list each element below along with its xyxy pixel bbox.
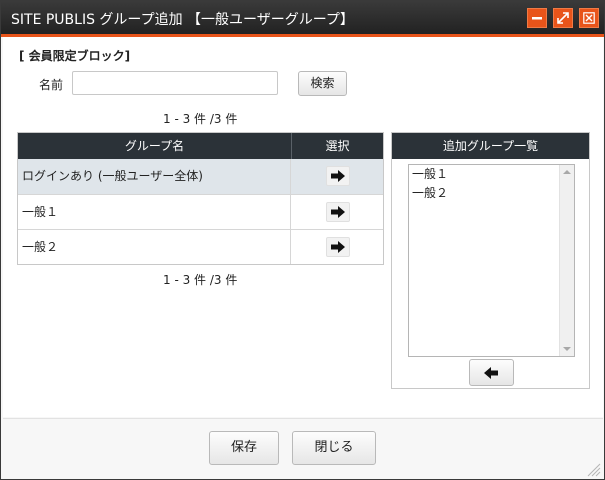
add-group-button[interactable] [326, 202, 350, 222]
column-header-select: 選択 [325, 139, 350, 153]
column-header-group-name: グループ名 [18, 133, 292, 159]
name-search-input[interactable] [72, 71, 278, 95]
arrow-right-icon [331, 241, 345, 253]
added-groups-panel: 追加グループ一覧 一般１ 一般２ [391, 132, 590, 389]
added-groups-header: 追加グループ一覧 [392, 133, 589, 159]
select-cell [291, 195, 383, 229]
pagination-count-top: 1 - 3 件 /3 件 [163, 112, 238, 126]
search-button[interactable]: 検索 [298, 71, 347, 96]
list-scrollbar[interactable] [559, 165, 574, 356]
table-row: ログインあり (一般ユーザー全体) [18, 159, 383, 194]
remove-group-button[interactable] [469, 359, 514, 386]
close-icon [583, 12, 595, 24]
save-button[interactable]: 保存 [209, 431, 279, 465]
arrow-right-icon [331, 206, 345, 218]
group-add-dialog: SITE PUBLIS グループ追加 【一般ユーザーグループ】 [ 会員限定ブロ… [0, 0, 605, 480]
arrow-left-icon [484, 367, 498, 379]
dialog-body: [ 会員限定ブロック] 名前 検索 1 - 3 件 /3 件 グループ名 選択 … [3, 37, 603, 417]
dialog-footer: 保存 閉じる [3, 418, 603, 479]
section-label: [ 会員限定ブロック] [19, 49, 131, 63]
scroll-up-icon[interactable] [563, 170, 571, 174]
pagination-count-bottom: 1 - 3 件 /3 件 [163, 273, 238, 287]
add-group-button[interactable] [326, 237, 350, 257]
name-label: 名前 [39, 78, 64, 92]
group-name-cell: 一般１ [18, 195, 291, 229]
title-bar[interactable]: SITE PUBLIS グループ追加 【一般ユーザーグループ】 [1, 1, 604, 37]
group-table: グループ名 選択 ログインあり (一般ユーザー全体) 一般１ 一般２ [17, 132, 384, 265]
maximize-icon [557, 12, 569, 24]
table-row: 一般１ [18, 194, 383, 229]
added-groups-list[interactable]: 一般１ 一般２ [408, 164, 575, 357]
arrow-right-icon [331, 170, 345, 182]
table-row: 一般２ [18, 229, 383, 264]
window-title: SITE PUBLIS グループ追加 【一般ユーザーグループ】 [11, 12, 354, 28]
scroll-down-icon[interactable] [563, 347, 571, 351]
maximize-button[interactable] [553, 8, 573, 28]
group-name-cell: 一般２ [18, 230, 291, 264]
group-name-cell: ログインあり (一般ユーザー全体) [18, 159, 291, 194]
select-cell [291, 159, 383, 194]
minimize-button[interactable] [527, 8, 547, 28]
list-item[interactable]: 一般１ [409, 165, 574, 184]
select-cell [291, 230, 383, 264]
table-header: グループ名 選択 [18, 133, 383, 159]
minimize-icon [532, 17, 542, 20]
close-button[interactable] [579, 8, 599, 28]
resize-grip-icon[interactable] [585, 461, 601, 477]
list-item[interactable]: 一般２ [409, 184, 574, 203]
close-dialog-button[interactable]: 閉じる [292, 431, 376, 465]
add-group-button[interactable] [326, 166, 350, 186]
